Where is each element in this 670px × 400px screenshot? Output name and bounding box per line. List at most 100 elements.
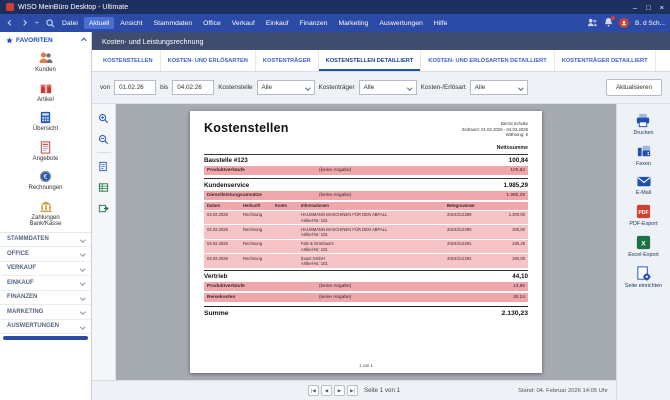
subrow-note: (keine Angabe) <box>319 284 352 290</box>
new-plus-icon[interactable]: + <box>31 17 43 29</box>
excel-sheet-icon[interactable] <box>96 179 112 195</box>
zoom-in-icon[interactable] <box>96 110 112 126</box>
kostenstelle-value: Alle <box>261 84 273 91</box>
sidebar-section-auswertungen[interactable]: AUSWERTUNGEN <box>0 320 91 334</box>
chevron-down-icon <box>79 265 85 271</box>
sidebar-item-artikel[interactable]: Artikel <box>0 78 91 108</box>
tab-kosten-erloesarten-detailliert[interactable]: KOSTEN- UND ERLÖSARTEN DETAILLIERT <box>421 50 555 71</box>
action-sidebar: Drucken Faxen E-Mail PDF PDF-Export X Ex… <box>616 104 670 400</box>
forward-icon[interactable] <box>18 17 30 29</box>
sidebar-item-label: Artikel <box>37 96 54 103</box>
maximize-button[interactable]: □ <box>646 3 651 12</box>
report-preview-area[interactable]: Kostenstellen Bernd Schulte Zeitraum: 01… <box>116 104 616 380</box>
sidebar-section-finanzen[interactable]: FINANZEN <box>0 291 91 305</box>
back-icon[interactable] <box>5 17 17 29</box>
von-date-input[interactable]: 01.02.26 <box>114 80 157 95</box>
drucken-button[interactable]: Drucken <box>633 112 654 136</box>
last-page-button[interactable]: ▶| <box>346 385 358 396</box>
cell-value: 1.300,00 <box>508 212 525 218</box>
users-icon[interactable] <box>587 18 598 29</box>
section-label: VERKAUF <box>7 265 37 272</box>
sidebar-item-kunden[interactable]: Kunden <box>0 47 91 78</box>
faxen-button[interactable]: Faxen <box>635 143 653 167</box>
aktualisieren-button[interactable]: Aktualisieren <box>605 79 662 96</box>
sub-row: Produktverkäufe (keine Angabe) 100,84 <box>204 166 528 176</box>
sub-row: Produktverkäufe (keine Angabe) 13,86 <box>204 282 528 292</box>
section-value: 1.985,29 <box>503 181 528 189</box>
user-avatar[interactable] <box>619 18 629 28</box>
user-name[interactable]: B. d Sch... <box>635 20 665 27</box>
tab-kostenstellen-detailliert[interactable]: KOSTENSTELLEN DETAILLIERT <box>319 50 422 71</box>
offers-document-icon <box>40 140 51 154</box>
col-informationen: Informationen <box>301 203 329 209</box>
kostentraeger-label: Kostenträger <box>318 84 355 91</box>
app-logo-icon <box>6 3 14 11</box>
prev-page-button[interactable]: ◀ <box>320 385 332 396</box>
favorites-header[interactable]: FAVORITEN <box>0 32 91 47</box>
menu-datei[interactable]: Datei <box>57 17 83 29</box>
sidebar-item-zahlungen[interactable]: Zahlungen Bank/Kasse <box>0 196 91 232</box>
sidebar-section-office[interactable]: OFFICE <box>0 247 91 262</box>
cell-info: HAUSMANN MASCHINEN FÜR DEN ABFALL Artikel… <box>301 212 388 223</box>
tab-kostenstellen[interactable]: KOSTENSTELLEN <box>96 50 161 71</box>
kostenart-label: Kosten-/Erlösart <box>420 84 466 91</box>
menu-finanzen[interactable]: Finanzen <box>295 17 333 29</box>
svg-text:€: € <box>44 174 48 181</box>
section-label: EINKAUF <box>7 279 34 286</box>
search-icon[interactable] <box>44 17 56 29</box>
report-meta: Bernd Schulte Zeitraum: 01.02.2026 - 04.… <box>462 121 528 138</box>
cell-datum: 04.02.2026 <box>207 255 228 261</box>
section-label: AUSWERTUNGEN <box>7 323 59 330</box>
menu-ansicht[interactable]: Ansicht <box>115 17 147 29</box>
sidebar: FAVORITEN Kunden Artikel Übersicht Angeb… <box>0 32 92 400</box>
minimize-button[interactable]: – <box>633 3 637 12</box>
tab-kostentraeger[interactable]: KOSTENTRÄGER <box>256 50 319 71</box>
kostentraeger-select[interactable]: Alle <box>358 80 417 95</box>
cell-value: 200,00 <box>512 226 525 232</box>
menu-hilfe[interactable]: Hilfe <box>429 17 453 29</box>
section-label: OFFICE <box>7 250 29 257</box>
sidebar-item-rechnungen[interactable]: € Rechnungen <box>0 166 91 196</box>
action-label: E-Mail <box>635 190 652 196</box>
first-page-button[interactable]: |◀ <box>307 385 319 396</box>
summe-label: Summe <box>204 310 229 318</box>
toolbar-divider <box>96 152 111 153</box>
notifications-bell-icon[interactable] <box>604 16 615 29</box>
tab-kostentraeger-detailliert[interactable]: KOSTENTRÄGER DETAILLIERT <box>555 50 656 71</box>
sidebar-item-uebersicht[interactable]: Übersicht <box>0 107 91 137</box>
bis-date-input[interactable]: 04.02.26 <box>172 80 215 95</box>
menu-auswertungen[interactable]: Auswertungen <box>374 17 427 29</box>
pdf-export-button[interactable]: PDF PDF-Export <box>629 203 658 227</box>
section-name: Kundenservice <box>204 181 250 189</box>
sidebar-section-stammdaten[interactable]: STAMMDATEN <box>0 233 91 247</box>
menu-office[interactable]: Office <box>198 17 226 29</box>
menu-stammdaten[interactable]: Stammdaten <box>149 17 198 29</box>
titlebar: WISO MeinBüro Desktop - Ultimate – □ × <box>0 0 670 14</box>
seite-einrichten-button[interactable]: Seite einrichten <box>625 265 662 289</box>
sidebar-section-marketing[interactable]: MARKETING <box>0 305 91 320</box>
table-row: 04.02.2026 Rechnung HAUSMANN MASCHINEN F… <box>204 210 528 225</box>
table-row: 04.02.2026 Rechnung Falz & Grünbaum Artik… <box>204 239 528 254</box>
excel-export-button[interactable]: X Excel-Export <box>628 234 659 258</box>
sidebar-sections: STAMMDATEN OFFICE VERKAUF EINKAUF FINANZ… <box>0 231 91 334</box>
detail-table-header: Datum Herkunft Konto Informationen Beleg… <box>204 201 528 210</box>
kostenstelle-select[interactable]: Alle <box>256 80 315 95</box>
export-arrow-icon[interactable] <box>96 200 112 216</box>
zoom-out-icon[interactable] <box>96 131 112 147</box>
close-button[interactable]: × <box>660 3 664 12</box>
kostenart-value: Alle <box>474 84 486 91</box>
app-window: WISO MeinBüro Desktop - Ultimate – □ × +… <box>0 0 670 400</box>
menu-verkauf[interactable]: Verkauf <box>227 17 260 29</box>
sidebar-item-angebote[interactable]: Angebote <box>0 137 91 167</box>
tab-kosten-erloesarten[interactable]: KOSTEN- UND ERLÖSARTEN <box>161 50 256 71</box>
sidebar-section-einkauf[interactable]: EINKAUF <box>0 276 91 291</box>
menu-aktuell[interactable]: Aktuell <box>83 17 115 29</box>
next-page-button[interactable]: ▶ <box>333 385 345 396</box>
edit-document-icon[interactable] <box>96 158 112 174</box>
table-row: 04.02.2026 Rechnung HAUSMANN MASCHINEN F… <box>204 225 528 239</box>
menu-einkauf[interactable]: Einkauf <box>261 17 294 29</box>
sidebar-section-verkauf[interactable]: VERKAUF <box>0 262 91 276</box>
kostenart-select[interactable]: Alle <box>469 80 528 95</box>
menu-marketing[interactable]: Marketing <box>333 17 373 29</box>
email-button[interactable]: E-Mail <box>635 174 653 196</box>
